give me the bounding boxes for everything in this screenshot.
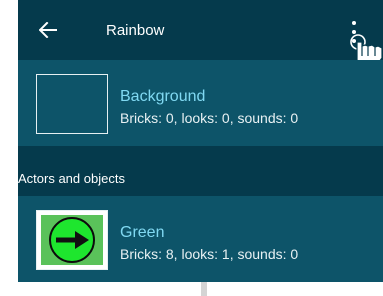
item-name: Green <box>120 224 165 241</box>
page-title: Rainbow <box>106 22 165 39</box>
item-stats: Bricks: 0, looks: 0, sounds: 0 <box>120 110 299 126</box>
actor-item-green[interactable]: Green Bricks: 8, looks: 1, sounds: 0 <box>18 196 383 282</box>
actor-thumbnail <box>36 210 108 270</box>
back-button[interactable] <box>36 18 60 42</box>
more-vert-icon <box>352 21 356 25</box>
background-thumbnail <box>36 74 108 134</box>
section-label: Actors and objects <box>18 171 125 186</box>
app-bar: Rainbow <box>18 0 383 67</box>
background-item[interactable]: Background Bricks: 0, looks: 0, sounds: … <box>18 60 383 146</box>
item-name: Background <box>120 88 206 105</box>
arrow-left-icon <box>39 22 57 38</box>
app-window: Rainbow Background Bricks: 0, looks: 0, … <box>18 0 383 282</box>
item-stats: Bricks: 8, looks: 1, sounds: 0 <box>120 246 299 262</box>
actors-section-header: Actors and objects <box>18 160 383 196</box>
green-circle-arrow-icon <box>49 217 95 263</box>
